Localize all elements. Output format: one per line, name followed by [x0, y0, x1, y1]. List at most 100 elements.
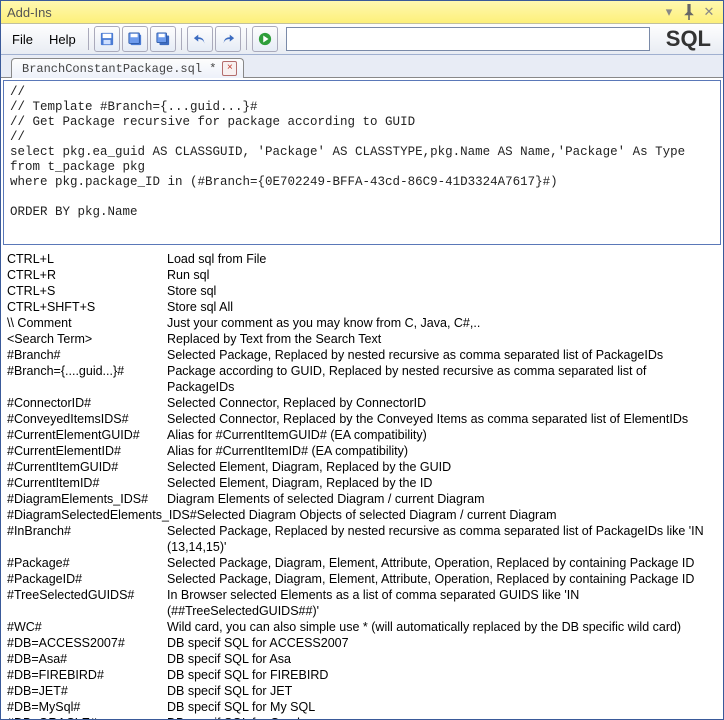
help-key: CTRL+R	[7, 267, 167, 283]
help-desc: Run sql	[167, 267, 717, 283]
help-desc: Selected Diagram Objects of selected Dia…	[197, 507, 717, 523]
help-desc: Load sql from File	[167, 251, 717, 267]
help-desc: Wild card, you can also simple use * (wi…	[167, 619, 717, 635]
help-desc: Selected Connector, Replaced by Connecto…	[167, 395, 717, 411]
help-key: #DB=FIREBIRD#	[7, 667, 167, 683]
run-button[interactable]	[252, 26, 278, 52]
help-key: #ConnectorID#	[7, 395, 167, 411]
title-bar: Add-Ins ▾ ✕	[1, 1, 723, 24]
help-row: CTRL+SStore sql	[7, 283, 717, 299]
help-row: #CurrentItemID#Selected Element, Diagram…	[7, 475, 717, 491]
save-multi-button[interactable]	[122, 26, 148, 52]
help-desc: Selected Package, Replaced by nested rec…	[167, 347, 717, 363]
help-key: #DiagramSelectedElements_IDS#	[7, 507, 197, 523]
help-desc: Replaced by Text from the Search Text	[167, 331, 717, 347]
help-row: #TreeSelectedGUIDS#In Browser selected E…	[7, 587, 717, 619]
help-row: <Search Term>Replaced by Text from the S…	[7, 331, 717, 347]
help-desc: Selected Element, Diagram, Replaced by t…	[167, 459, 717, 475]
close-icon[interactable]: ✕	[701, 4, 717, 20]
help-desc: Selected Connector, Replaced by the Conv…	[167, 411, 717, 427]
help-desc: Selected Package, Replaced by nested rec…	[167, 523, 717, 555]
help-row: CTRL+RRun sql	[7, 267, 717, 283]
help-row: #ConnectorID#Selected Connector, Replace…	[7, 395, 717, 411]
menu-help[interactable]: Help	[42, 29, 83, 50]
help-row: #Branch={....guid...}#Package according …	[7, 363, 717, 395]
help-desc: DB specif SQL for My SQL	[167, 699, 717, 715]
help-key: #WC#	[7, 619, 167, 635]
help-row: #CurrentItemGUID#Selected Element, Diagr…	[7, 459, 717, 475]
help-desc: Alias for #CurrentItemGUID# (EA compatib…	[167, 427, 717, 443]
undo-button[interactable]	[187, 26, 213, 52]
sql-editor[interactable]: // // Template #Branch={...guid...}# // …	[3, 80, 721, 245]
help-key: #Package#	[7, 555, 167, 571]
help-row: #DB=JET#DB specif SQL for JET	[7, 683, 717, 699]
help-desc: DB specif SQL for JET	[167, 683, 717, 699]
help-desc: DB specif SQL for Oracle	[167, 715, 717, 719]
help-row: #WC#Wild card, you can also simple use *…	[7, 619, 717, 635]
help-panel: CTRL+LLoad sql from FileCTRL+RRun sqlCTR…	[1, 247, 723, 719]
help-key: #Branch={....guid...}#	[7, 363, 167, 395]
tab-label: BranchConstantPackage.sql *	[22, 62, 216, 76]
help-key: #CurrentElementGUID#	[7, 427, 167, 443]
help-row: #DB=Asa#DB specif SQL for Asa	[7, 651, 717, 667]
help-key: #InBranch#	[7, 523, 167, 555]
redo-button[interactable]	[215, 26, 241, 52]
search-input[interactable]	[286, 27, 650, 51]
help-key: #CurrentItemID#	[7, 475, 167, 491]
editor-content: // // Template #Branch={...guid...}# // …	[10, 85, 685, 219]
pin-icon[interactable]	[681, 4, 697, 20]
help-desc: DB specif SQL for ACCESS2007	[167, 635, 717, 651]
help-desc: Selected Element, Diagram, Replaced by t…	[167, 475, 717, 491]
help-row: #PackageID#Selected Package, Diagram, El…	[7, 571, 717, 587]
help-desc: DB specif SQL for Asa	[167, 651, 717, 667]
help-key: #CurrentItemGUID#	[7, 459, 167, 475]
help-key: #PackageID#	[7, 571, 167, 587]
help-row: \\ CommentJust your comment as you may k…	[7, 315, 717, 331]
help-key: #DB=JET#	[7, 683, 167, 699]
toolbar: File Help SQL	[1, 24, 723, 55]
help-row: #DiagramSelectedElements_IDS#Selected Di…	[7, 507, 717, 523]
help-desc: Selected Package, Diagram, Element, Attr…	[167, 555, 717, 571]
help-row: CTRL+SHFT+SStore sql All	[7, 299, 717, 315]
close-tab-icon[interactable]: ×	[222, 61, 237, 76]
help-row: #DB=MySql#DB specif SQL for My SQL	[7, 699, 717, 715]
help-desc: In Browser selected Elements as a list o…	[167, 587, 717, 619]
dropdown-icon[interactable]: ▾	[661, 4, 677, 20]
help-desc: DB specif SQL for FIREBIRD	[167, 667, 717, 683]
editor-tabstrip: BranchConstantPackage.sql * ×	[1, 55, 723, 78]
help-row: CTRL+LLoad sql from File	[7, 251, 717, 267]
addins-window: Add-Ins ▾ ✕ File Help SQL	[0, 0, 724, 720]
help-key: #DiagramElements_IDS#	[7, 491, 167, 507]
help-key: #DB=ORACLE#	[7, 715, 167, 719]
help-desc: Store sql All	[167, 299, 717, 315]
help-desc: Diagram Elements of selected Diagram / c…	[167, 491, 717, 507]
help-row: #DB=FIREBIRD#DB specif SQL for FIREBIRD	[7, 667, 717, 683]
help-key: CTRL+SHFT+S	[7, 299, 167, 315]
help-row: #Branch#Selected Package, Replaced by ne…	[7, 347, 717, 363]
help-key: #DB=MySql#	[7, 699, 167, 715]
help-desc: Store sql	[167, 283, 717, 299]
sql-label: SQL	[658, 26, 719, 52]
help-key: #TreeSelectedGUIDS#	[7, 587, 167, 619]
save-all-button[interactable]	[150, 26, 176, 52]
help-row: #ConveyedItemsIDS#Selected Connector, Re…	[7, 411, 717, 427]
help-row: #CurrentElementID#Alias for #CurrentItem…	[7, 443, 717, 459]
menu-file[interactable]: File	[5, 29, 40, 50]
help-key: CTRL+S	[7, 283, 167, 299]
help-key: <Search Term>	[7, 331, 167, 347]
help-row: #DiagramElements_IDS#Diagram Elements of…	[7, 491, 717, 507]
help-row: #Package#Selected Package, Diagram, Elem…	[7, 555, 717, 571]
help-row: #CurrentElementGUID#Alias for #CurrentIt…	[7, 427, 717, 443]
help-key: #DB=ACCESS2007#	[7, 635, 167, 651]
help-row: #InBranch#Selected Package, Replaced by …	[7, 523, 717, 555]
help-desc: Just your comment as you may know from C…	[167, 315, 717, 331]
help-desc: Package according to GUID, Replaced by n…	[167, 363, 717, 395]
save-button[interactable]	[94, 26, 120, 52]
editor-tab[interactable]: BranchConstantPackage.sql * ×	[11, 58, 244, 78]
help-key: #CurrentElementID#	[7, 443, 167, 459]
help-key: #DB=Asa#	[7, 651, 167, 667]
help-key: #Branch#	[7, 347, 167, 363]
help-key: \\ Comment	[7, 315, 167, 331]
help-desc: Selected Package, Diagram, Element, Attr…	[167, 571, 717, 587]
help-row: #DB=ACCESS2007#DB specif SQL for ACCESS2…	[7, 635, 717, 651]
